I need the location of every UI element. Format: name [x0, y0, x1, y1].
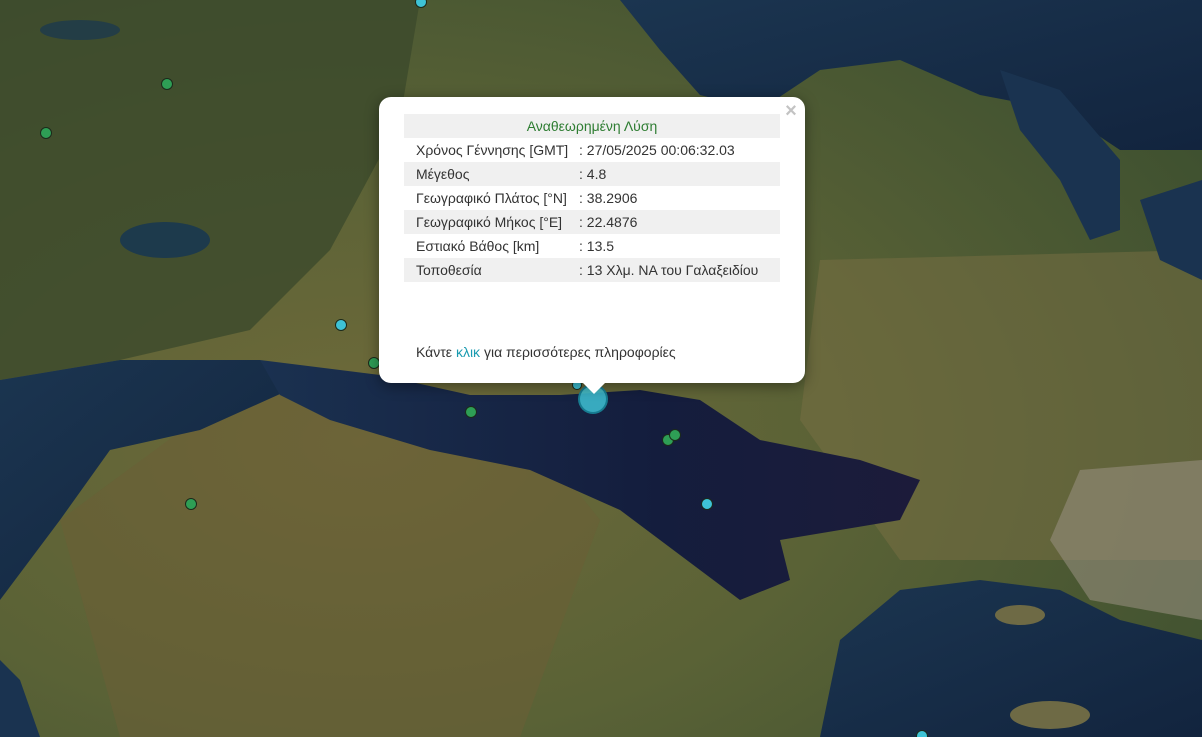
latitude-value: : 38.2906: [579, 190, 638, 206]
magnitude-value: : 4.8: [579, 162, 780, 186]
magnitude-label: Μέγεθος: [404, 162, 579, 186]
table-row: Τοποθεσία : 13 Χλμ. ΝΑ του Γαλαξειδίου: [404, 258, 780, 282]
satellite-map[interactable]: × Αναθεωρημένη Λύση Χρόνος Γέννησης [GMT…: [0, 0, 1202, 737]
close-icon[interactable]: ×: [783, 99, 799, 123]
table-row: Γεωγραφικό Πλάτος [°N] : 38.2906: [404, 186, 780, 210]
location-label: Τοποθεσία: [404, 258, 579, 282]
more-info-prefix: Κάντε: [416, 344, 453, 360]
earthquake-marker[interactable]: [185, 498, 197, 510]
table-row: Γεωγραφικό Μήκος [°E] : 22.4876: [404, 210, 780, 234]
earthquake-marker[interactable]: [701, 498, 713, 510]
more-info-link[interactable]: κλικ: [456, 344, 480, 360]
earthquake-marker[interactable]: [161, 78, 173, 90]
earthquake-marker[interactable]: [465, 406, 477, 418]
earthquake-marker[interactable]: [916, 730, 928, 737]
depth-value: : 13.5: [579, 238, 615, 254]
table-row: Εστιακό Βάθος [km] : 13.5: [404, 234, 780, 258]
longitude-label: Γεωγραφικό Μήκος [°E]: [404, 210, 579, 234]
depth-label: Εστιακό Βάθος [km]: [416, 238, 540, 254]
earthquake-details-table: Αναθεωρημένη Λύση Χρόνος Γέννησης [GMT] …: [404, 114, 780, 282]
table-row: Χρόνος Γέννησης [GMT] : 27/05/2025 00:06…: [404, 138, 780, 162]
longitude-value: : 22.4876: [579, 210, 780, 234]
table-row: Μέγεθος : 4.8: [404, 162, 780, 186]
earthquake-marker[interactable]: [40, 127, 52, 139]
origin-time-label: Χρόνος Γέννησης [GMT]: [416, 142, 569, 158]
popup-title: Αναθεωρημένη Λύση: [404, 114, 780, 138]
more-info-suffix: για περισσότερες πληροφορίες: [483, 344, 676, 360]
earthquake-marker[interactable]: [669, 429, 681, 441]
origin-time-value: : 27/05/2025 00:06:32.03: [579, 142, 735, 158]
popup-pointer: [582, 382, 606, 394]
earthquake-info-popup: × Αναθεωρημένη Λύση Χρόνος Γέννησης [GMT…: [379, 97, 805, 383]
location-value: : 13 Χλμ. ΝΑ του Γαλαξειδίου: [579, 258, 780, 282]
latitude-label: Γεωγραφικό Πλάτος [°N]: [416, 190, 567, 206]
more-info-text: Κάντε κλικ για περισσότερες πληροφορίες: [416, 344, 676, 360]
earthquake-marker[interactable]: [335, 319, 347, 331]
